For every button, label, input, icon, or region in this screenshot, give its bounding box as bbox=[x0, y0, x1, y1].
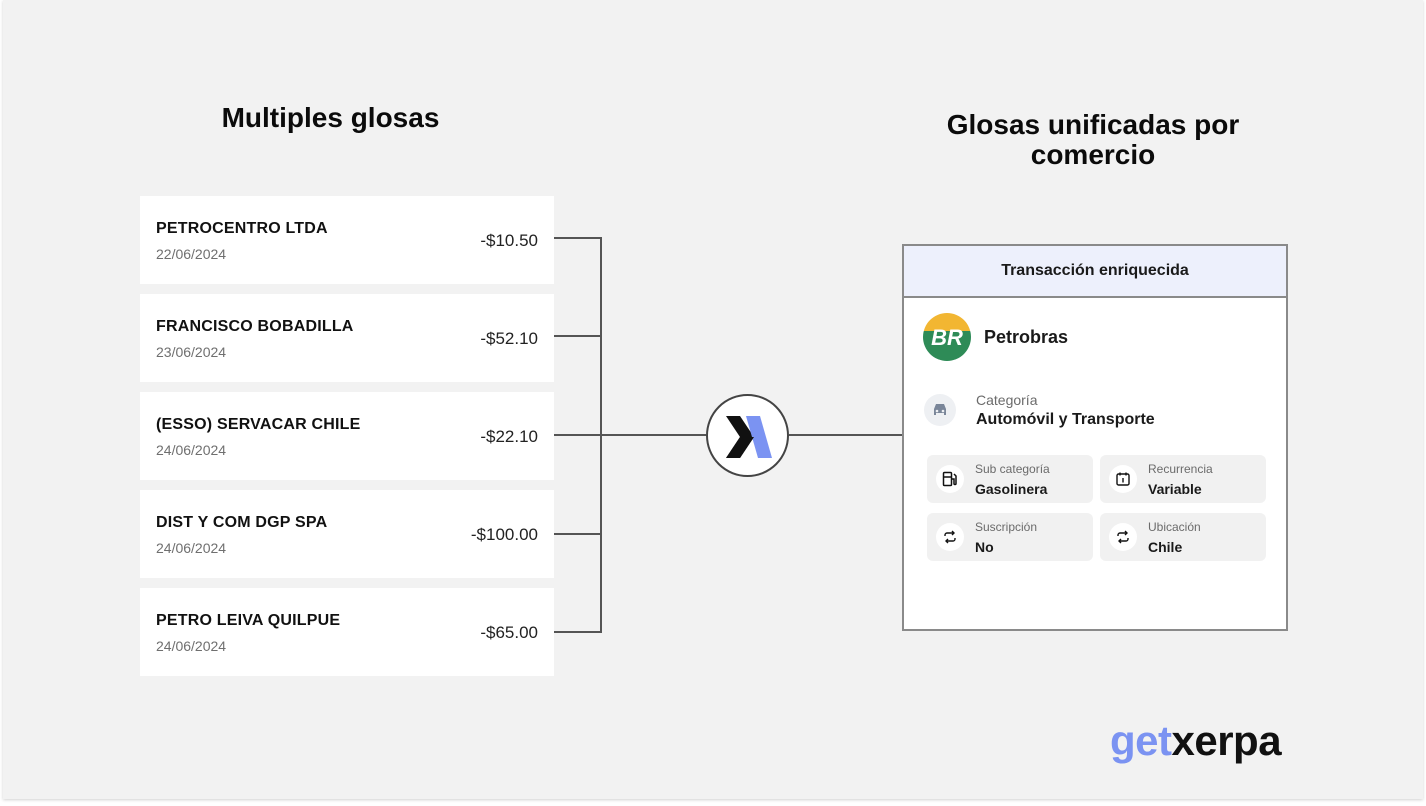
transaction-date: 24/06/2024 bbox=[156, 638, 227, 654]
category-label: Categoría bbox=[976, 392, 1038, 408]
calendar-repeat-icon bbox=[1116, 472, 1130, 486]
diagram-canvas: Multiples glosas Glosas unificadas por c… bbox=[3, 0, 1423, 799]
transaction-amount: -$10.50 bbox=[480, 231, 538, 250]
getxerpa-logo: getxerpa bbox=[1110, 717, 1282, 765]
transaction-row: DIST Y COM DGP SPA 24/06/2024 -$100.00 bbox=[140, 490, 554, 578]
repeat-icon bbox=[944, 530, 956, 544]
tile-value: Gasolinera bbox=[975, 481, 1048, 497]
transaction-date: 22/06/2024 bbox=[156, 246, 227, 262]
detail-tile-subscription: Suscripción No bbox=[927, 513, 1093, 561]
brand-part-get: get bbox=[1110, 717, 1172, 764]
card-header: Transacción enriquecida bbox=[904, 246, 1286, 298]
detail-tile-recurrence: Recurrencia Variable bbox=[1100, 455, 1266, 503]
tile-label: Suscripción bbox=[975, 520, 1038, 534]
tile-label: Sub categoría bbox=[975, 462, 1050, 476]
transaction-amount: -$52.10 bbox=[480, 329, 538, 348]
transaction-date: 23/06/2024 bbox=[156, 344, 227, 360]
repeat-icon bbox=[1117, 530, 1129, 544]
tile-value: Variable bbox=[1148, 481, 1202, 497]
transaction-amount: -$65.00 bbox=[480, 623, 538, 642]
petrobras-logo: BR bbox=[923, 313, 971, 361]
transaction-name: PETROCENTRO LTDA bbox=[156, 220, 328, 237]
transaction-amount: -$100.00 bbox=[470, 525, 538, 544]
merchant-name: Petrobras bbox=[984, 327, 1069, 347]
transaction-amount: -$22.10 bbox=[480, 427, 538, 446]
xerpa-x-icon bbox=[726, 416, 772, 458]
brand-part-xerpa: xerpa bbox=[1171, 717, 1282, 764]
tile-value: Chile bbox=[1148, 539, 1183, 555]
car-icon bbox=[934, 404, 946, 415]
enriched-transaction-card: Transacción enriquecida BR Petrobras Cat… bbox=[902, 244, 1288, 631]
transaction-date: 24/06/2024 bbox=[156, 442, 227, 458]
xerpa-hub bbox=[706, 394, 789, 477]
tile-icon-badge bbox=[1109, 523, 1137, 551]
petrobras-logo-text: BR bbox=[931, 325, 963, 350]
transaction-row: (ESSO) SERVACAR CHILE 24/06/2024 -$22.10 bbox=[140, 392, 554, 480]
tile-icon-badge bbox=[1109, 465, 1137, 493]
category-value: Automóvil y Transporte bbox=[976, 411, 1155, 428]
tile-label: Ubicación bbox=[1148, 520, 1201, 534]
transaction-row: PETROCENTRO LTDA 22/06/2024 -$10.50 bbox=[140, 196, 554, 284]
transaction-name: (ESSO) SERVACAR CHILE bbox=[156, 416, 361, 433]
tile-icon-badge bbox=[936, 465, 964, 493]
detail-tile-location: Ubicación Chile bbox=[1100, 513, 1266, 561]
transaction-name: DIST Y COM DGP SPA bbox=[156, 514, 328, 531]
tile-value: No bbox=[975, 539, 994, 555]
transaction-date: 24/06/2024 bbox=[156, 540, 227, 556]
tile-label: Recurrencia bbox=[1148, 462, 1213, 476]
category-icon-badge bbox=[924, 394, 956, 426]
transaction-name: FRANCISCO BOBADILLA bbox=[156, 318, 354, 335]
tile-icon-badge bbox=[936, 523, 964, 551]
transaction-row: PETRO LEIVA QUILPUE 24/06/2024 -$65.00 bbox=[140, 588, 554, 676]
transaction-name: PETRO LEIVA QUILPUE bbox=[156, 612, 341, 629]
transaction-row: FRANCISCO BOBADILLA 23/06/2024 -$52.10 bbox=[140, 294, 554, 382]
detail-tile-subcategory: Sub categoría Gasolinera bbox=[927, 455, 1093, 503]
fuel-pump-icon bbox=[942, 471, 957, 487]
